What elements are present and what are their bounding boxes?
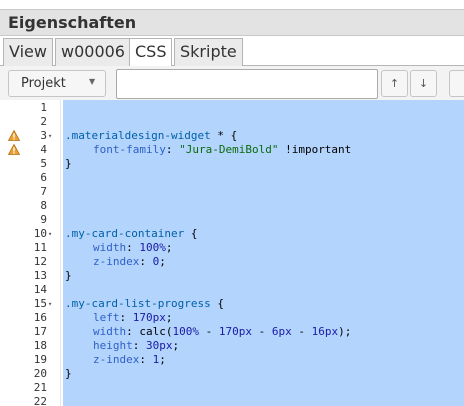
tab-css[interactable]: CSS [129, 38, 173, 67]
css-selector: .my-card-container [65, 227, 185, 240]
code-text: } [65, 367, 72, 380]
line-number: 1 [40, 101, 47, 114]
tab-view[interactable]: View [3, 38, 53, 66]
line-number: 15 [33, 297, 47, 310]
line-number: 16 [33, 311, 47, 324]
code-text: .materialdesign-widget * { [65, 129, 238, 142]
code-line: 9 [0, 213, 464, 227]
code-line: 20 } [0, 367, 464, 381]
code-text: z-index: 1; [93, 353, 166, 366]
css-code-editor[interactable]: 1 2 3 ▾ .materialdesign-widget * { 4 fon… [0, 100, 464, 406]
panel-title: Eigenschaften [8, 13, 137, 32]
code-text: .my-card-container { [65, 227, 198, 240]
code-line: 22 [0, 395, 464, 406]
chevron-down-icon: ▼ [89, 77, 96, 86]
scope-select-label: Projekt [21, 76, 66, 91]
code-line: 5 } [0, 157, 464, 171]
code-line: 18 height: 30px; [0, 339, 464, 353]
line-number: 11 [33, 241, 47, 254]
tab-skripte[interactable]: Skripte [174, 38, 243, 66]
code-text: font-family: "Jura-DemiBold" !important [93, 143, 352, 156]
code-line: 16 left: 170px; [0, 311, 464, 325]
code-text: .my-card-list-progress { [65, 297, 224, 310]
line-number: 4 [40, 143, 47, 156]
css-selector: .materialdesign-widget [65, 129, 211, 142]
move-up-button[interactable]: ↑ [381, 70, 408, 97]
move-down-button[interactable]: ↓ [410, 70, 437, 97]
code-line: 14 [0, 283, 464, 297]
line-number: 9 [40, 213, 47, 226]
code-line: 1 [0, 101, 464, 115]
line-number: 7 [40, 185, 47, 198]
toolbar-more-button[interactable] [449, 70, 464, 97]
line-number: 8 [40, 199, 47, 212]
arrow-down-icon: ↓ [418, 77, 429, 90]
code-text: width: calc(100% - 170px - 6px - 16px); [93, 325, 352, 338]
search-input[interactable] [116, 69, 378, 99]
code-text: } [65, 157, 72, 170]
line-number: 12 [33, 255, 47, 268]
line-number: 6 [40, 171, 47, 184]
code-line: 2 [0, 115, 464, 129]
fold-toggle-icon[interactable]: ▾ [48, 297, 52, 311]
code-line: 19 z-index: 1; [0, 353, 464, 367]
line-number: 20 [33, 367, 47, 380]
code-text: } [65, 269, 72, 282]
code-line: 17 width: calc(100% - 170px - 6px - 16px… [0, 325, 464, 339]
line-number: 13 [33, 269, 47, 282]
code-text: width: 100%; [93, 241, 173, 254]
tab-bar: View w00006 CSS Skripte [0, 38, 464, 67]
editor-toolbar: Projekt ▼ ↑ ↓ [0, 66, 464, 102]
fold-toggle-icon[interactable]: ▾ [48, 129, 52, 143]
code-line: 15 ▾ .my-card-list-progress { [0, 297, 464, 311]
line-number: 3 [40, 129, 47, 142]
code-line: 21 [0, 381, 464, 395]
line-number: 10 [33, 227, 47, 240]
scope-select[interactable]: Projekt ▼ [8, 70, 106, 97]
code-line: 3 ▾ .materialdesign-widget * { [0, 129, 464, 143]
code-line: 12 z-index: 0; [0, 255, 464, 269]
code-text: left: 170px; [93, 311, 173, 324]
code-line: 8 [0, 199, 464, 213]
arrow-up-icon: ↑ [389, 77, 400, 90]
code-text: z-index: 0; [93, 255, 166, 268]
line-number: 17 [33, 325, 47, 338]
code-line: 13 } [0, 269, 464, 283]
code-line: 4 font-family: "Jura-DemiBold" !importan… [0, 143, 464, 157]
line-number: 2 [40, 115, 47, 128]
code-line: 11 width: 100%; [0, 241, 464, 255]
panel-header: Eigenschaften [0, 9, 464, 36]
line-number: 5 [40, 157, 47, 170]
code-text: height: 30px; [93, 339, 180, 352]
line-number: 22 [33, 395, 47, 406]
css-selector: .my-card-list-progress [65, 297, 211, 310]
code-line: 7 [0, 185, 464, 199]
line-number: 18 [33, 339, 47, 352]
line-number: 21 [33, 381, 47, 394]
tab-w00006[interactable]: w00006 [55, 38, 131, 66]
fold-toggle-icon[interactable]: ▾ [48, 227, 52, 241]
line-number: 14 [33, 283, 47, 296]
line-number: 19 [33, 353, 47, 366]
code-line: 6 [0, 171, 464, 185]
code-line: 10 ▾ .my-card-container { [0, 227, 464, 241]
